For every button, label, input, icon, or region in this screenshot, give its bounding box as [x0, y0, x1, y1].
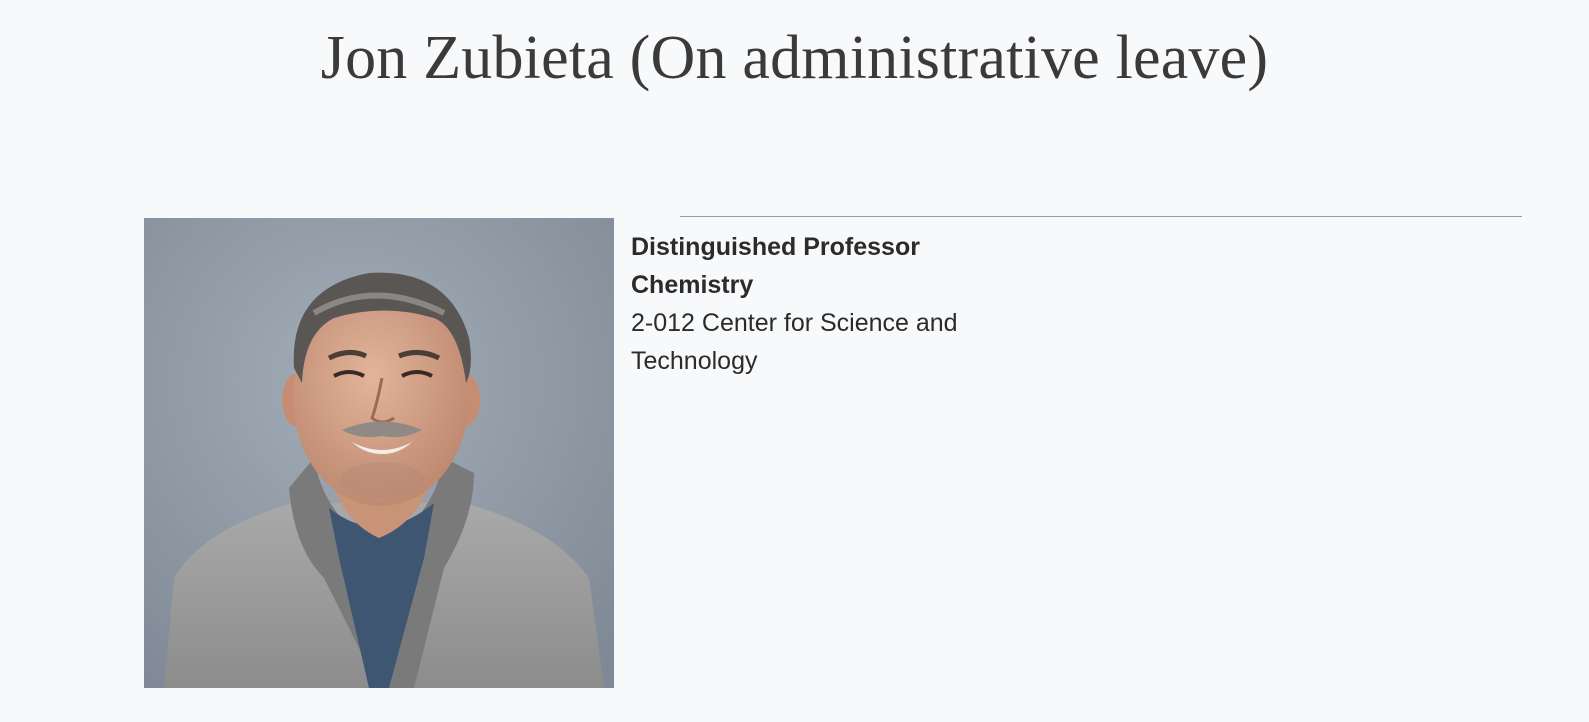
profile-details: Distinguished Professor Chemistry 2-012 … — [631, 228, 991, 380]
profile-page: Jon Zubieta (On administrative leave) Di… — [0, 0, 1589, 722]
page-title: Jon Zubieta (On administrative leave) — [320, 24, 1269, 92]
department-name: Chemistry — [631, 271, 754, 299]
section-divider — [680, 216, 1522, 217]
office-location: 2-012 Center for Science and Technology — [631, 309, 958, 375]
position-title: Distinguished Professor — [631, 233, 920, 261]
profile-photo — [144, 218, 614, 688]
